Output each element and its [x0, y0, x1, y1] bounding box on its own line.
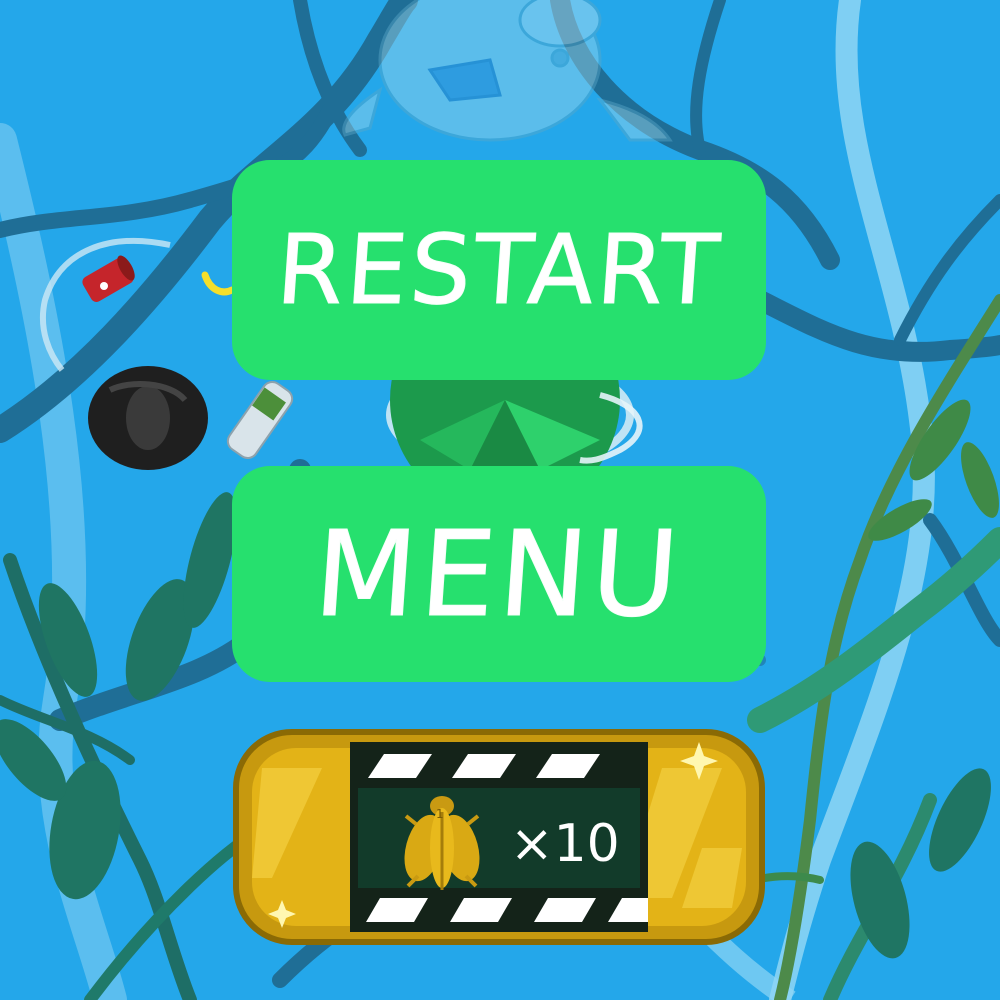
menu-button-label: MENU: [310, 505, 688, 644]
firefly-icon: 1: [404, 796, 480, 890]
reward-button-frame: [233, 729, 765, 945]
restart-button[interactable]: RESTART: [232, 160, 766, 380]
tire-trash: [88, 366, 208, 470]
restart-button-label: RESTART: [272, 214, 726, 327]
reward-count: ×10: [510, 814, 620, 874]
menu-button[interactable]: MENU: [232, 466, 766, 682]
firefly-marker: 1: [436, 807, 444, 821]
game-over-screen: RESTART MENU 1 ×10: [0, 0, 1000, 1000]
reward-bonus-button[interactable]: 1 ×10: [232, 728, 766, 946]
